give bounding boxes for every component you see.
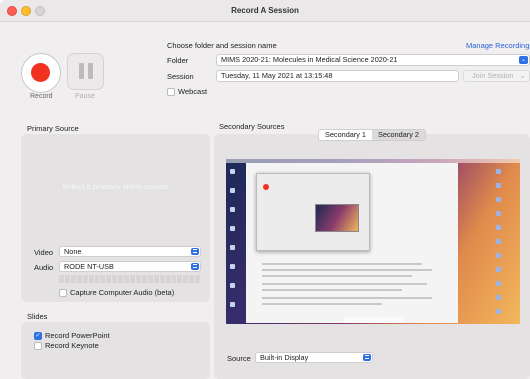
record-keynote-checkbox[interactable]	[34, 342, 42, 350]
secondary-tabs: Secondary 1 Secondary 2	[318, 129, 426, 141]
record-session-window: Record A Session Record Pause Choose fol…	[0, 0, 530, 379]
folder-select[interactable]: MIMS 2020-21: Molecules in Medical Scien…	[216, 54, 530, 66]
source-label: Source	[227, 354, 251, 363]
tab-secondary-1[interactable]: Secondary 1	[319, 130, 372, 140]
record-button[interactable]	[21, 53, 61, 93]
join-session-button[interactable]: Join Session ⌄	[463, 70, 530, 82]
folder-label: Folder	[167, 56, 189, 65]
webcast-label: Webcast	[178, 87, 208, 96]
record-powerpoint-checkbox[interactable]: ✓	[34, 332, 42, 340]
audio-source-select[interactable]: RODE NT-USB	[59, 261, 201, 272]
choose-folder-heading: Choose folder and session name	[167, 41, 277, 50]
capture-audio-checkbox[interactable]	[59, 289, 67, 297]
select-arrows-icon	[191, 248, 199, 255]
video-label: Video	[34, 248, 54, 257]
window-title: Record A Session	[231, 6, 299, 15]
manage-recordings-link[interactable]: Manage Recordings	[466, 41, 530, 50]
record-keynote-label: Record Keynote	[45, 341, 99, 350]
record-icon	[31, 63, 50, 82]
audio-label: Audio	[34, 263, 54, 272]
select-arrows-icon	[363, 354, 371, 361]
title-bar: Record A Session	[0, 0, 530, 22]
session-label: Session	[167, 72, 194, 81]
secondary-source-value: Built-in Display	[260, 353, 309, 362]
capture-audio-label: Capture Computer Audio (beta)	[70, 288, 175, 297]
secondary-source-select[interactable]: Built-in Display	[255, 352, 373, 363]
record-powerpoint-label: Record PowerPoint	[45, 331, 110, 340]
folder-value: MIMS 2020-21: Molecules in Medical Scien…	[221, 55, 398, 64]
slides-title: Slides	[27, 312, 48, 321]
secondary-sources-title: Secondary Sources	[219, 122, 285, 131]
tab-secondary-2[interactable]: Secondary 2	[372, 130, 425, 140]
audio-level-meter	[59, 275, 201, 283]
display-preview	[226, 159, 520, 324]
chevron-down-icon: ⌄	[519, 56, 528, 64]
record-label: Record	[30, 93, 53, 100]
audio-source-value: RODE NT-USB	[64, 262, 114, 271]
chevron-down-icon: ⌄	[519, 71, 526, 80]
primary-source-title: Primary Source	[27, 124, 79, 133]
video-source-value: None	[64, 247, 82, 256]
select-arrows-icon	[191, 263, 199, 270]
join-session-label: Join Session	[472, 71, 514, 80]
video-source-select[interactable]: None	[59, 246, 201, 257]
session-name-input[interactable]: Tuesday, 11 May 2021 at 13:15:48	[216, 70, 459, 82]
pause-button[interactable]	[67, 53, 104, 90]
primary-source-hint: Select a primary video source	[62, 182, 169, 191]
pause-label: Pause	[75, 93, 95, 100]
webcast-checkbox[interactable]	[167, 88, 175, 96]
